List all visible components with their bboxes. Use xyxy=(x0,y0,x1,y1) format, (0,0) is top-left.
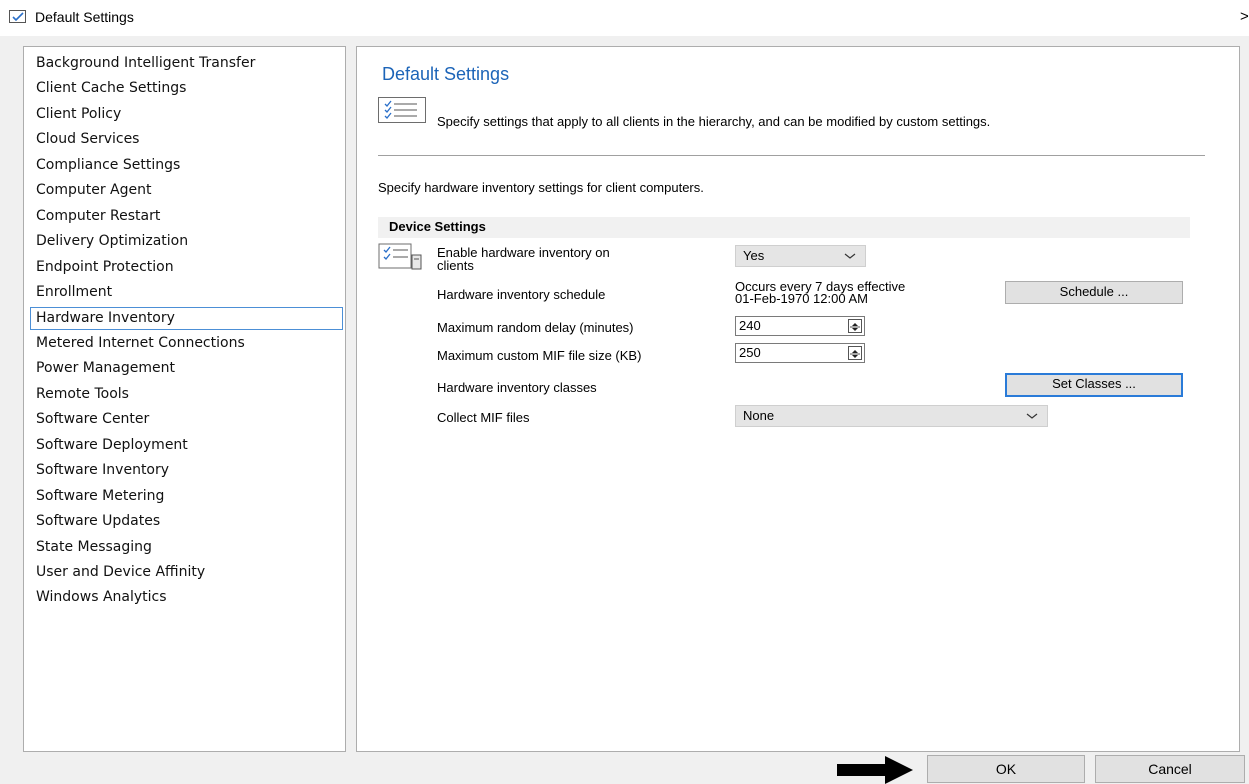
nav-item-state-messaging[interactable]: State Messaging xyxy=(30,536,343,559)
schedule-summary: Occurs every 7 days effective 01-Feb-1970… xyxy=(735,279,906,306)
max-random-delay-label: Maximum random delay (minutes) xyxy=(437,320,634,335)
max-random-delay-input[interactable]: 240 xyxy=(735,316,865,336)
settings-list-icon xyxy=(378,97,426,123)
nav-item-software-updates[interactable]: Software Updates xyxy=(30,510,343,533)
nav-item-windows-analytics[interactable]: Windows Analytics xyxy=(30,586,343,609)
nav-item-remote-tools[interactable]: Remote Tools xyxy=(30,383,343,406)
spin-updown-icon[interactable] xyxy=(848,319,862,333)
nav-item-hardware-inventory[interactable]: Hardware Inventory xyxy=(30,306,343,330)
cancel-button[interactable]: Cancel xyxy=(1095,755,1245,783)
arrow-right-icon xyxy=(837,756,913,784)
enable-hw-inventory-value: Yes xyxy=(743,248,765,263)
close-icon[interactable]: > xyxy=(1240,8,1249,25)
enable-hw-inventory-label: Enable hardware inventory on clients xyxy=(437,245,610,273)
nav-item-client-policy[interactable]: Client Policy xyxy=(30,103,343,126)
settings-main-panel xyxy=(356,46,1240,752)
window-title: Default Settings xyxy=(35,9,134,25)
settings-description: Specify settings that apply to all clien… xyxy=(437,114,991,129)
nav-item-software-metering[interactable]: Software Metering xyxy=(30,485,343,508)
nav-item-software-center[interactable]: Software Center xyxy=(30,408,343,431)
spin-updown-icon[interactable] xyxy=(848,346,862,360)
chevron-down-icon xyxy=(844,253,856,259)
settings-check-icon xyxy=(9,10,26,23)
nav-item-cloud-services[interactable]: Cloud Services xyxy=(30,128,343,151)
hardware-inventory-description: Specify hardware inventory settings for … xyxy=(378,180,704,195)
schedule-button[interactable]: Schedule ... xyxy=(1005,281,1183,304)
nav-item-background-intelligent-transfer[interactable]: Background Intelligent Transfer xyxy=(30,52,343,75)
max-random-delay-value: 240 xyxy=(739,318,761,333)
nav-item-computer-restart[interactable]: Computer Restart xyxy=(30,205,343,228)
nav-item-delivery-optimization[interactable]: Delivery Optimization xyxy=(30,230,343,253)
nav-item-user-and-device-affinity[interactable]: User and Device Affinity xyxy=(30,561,343,584)
enable-hw-inventory-dropdown[interactable]: Yes xyxy=(735,245,866,267)
nav-item-software-deployment[interactable]: Software Deployment xyxy=(30,434,343,457)
section-header xyxy=(378,217,1190,238)
divider xyxy=(378,155,1205,156)
nav-item-endpoint-protection[interactable]: Endpoint Protection xyxy=(30,256,343,279)
collect-mif-dropdown[interactable]: None xyxy=(735,405,1048,427)
chevron-down-icon xyxy=(1026,413,1038,419)
nav-item-metered-internet-connections[interactable]: Metered Internet Connections xyxy=(30,332,343,355)
collect-mif-label: Collect MIF files xyxy=(437,410,530,425)
nav-item-software-inventory[interactable]: Software Inventory xyxy=(30,459,343,482)
device-settings-icon xyxy=(378,243,424,271)
ok-button[interactable]: OK xyxy=(927,755,1085,783)
nav-item-power-management[interactable]: Power Management xyxy=(30,357,343,380)
hw-inventory-classes-label: Hardware inventory classes xyxy=(437,380,597,395)
collect-mif-value: None xyxy=(743,408,775,423)
max-mif-size-label: Maximum custom MIF file size (KB) xyxy=(437,348,642,363)
max-mif-size-value: 250 xyxy=(739,345,761,360)
schedule-label: Hardware inventory schedule xyxy=(437,287,606,302)
page-title: Default Settings xyxy=(382,64,510,84)
nav-item-compliance-settings[interactable]: Compliance Settings xyxy=(30,154,343,177)
section-title: Device Settings xyxy=(389,219,486,234)
nav-item-computer-agent[interactable]: Computer Agent xyxy=(30,179,343,202)
nav-item-client-cache-settings[interactable]: Client Cache Settings xyxy=(30,77,343,100)
set-classes-button[interactable]: Set Classes ... xyxy=(1005,373,1183,397)
max-mif-size-input[interactable]: 250 xyxy=(735,343,865,363)
title-bar: Default Settings > xyxy=(0,0,1249,36)
nav-item-enrollment[interactable]: Enrollment xyxy=(30,281,343,304)
settings-nav-list: Background Intelligent Transfer Client Ca… xyxy=(23,46,346,752)
